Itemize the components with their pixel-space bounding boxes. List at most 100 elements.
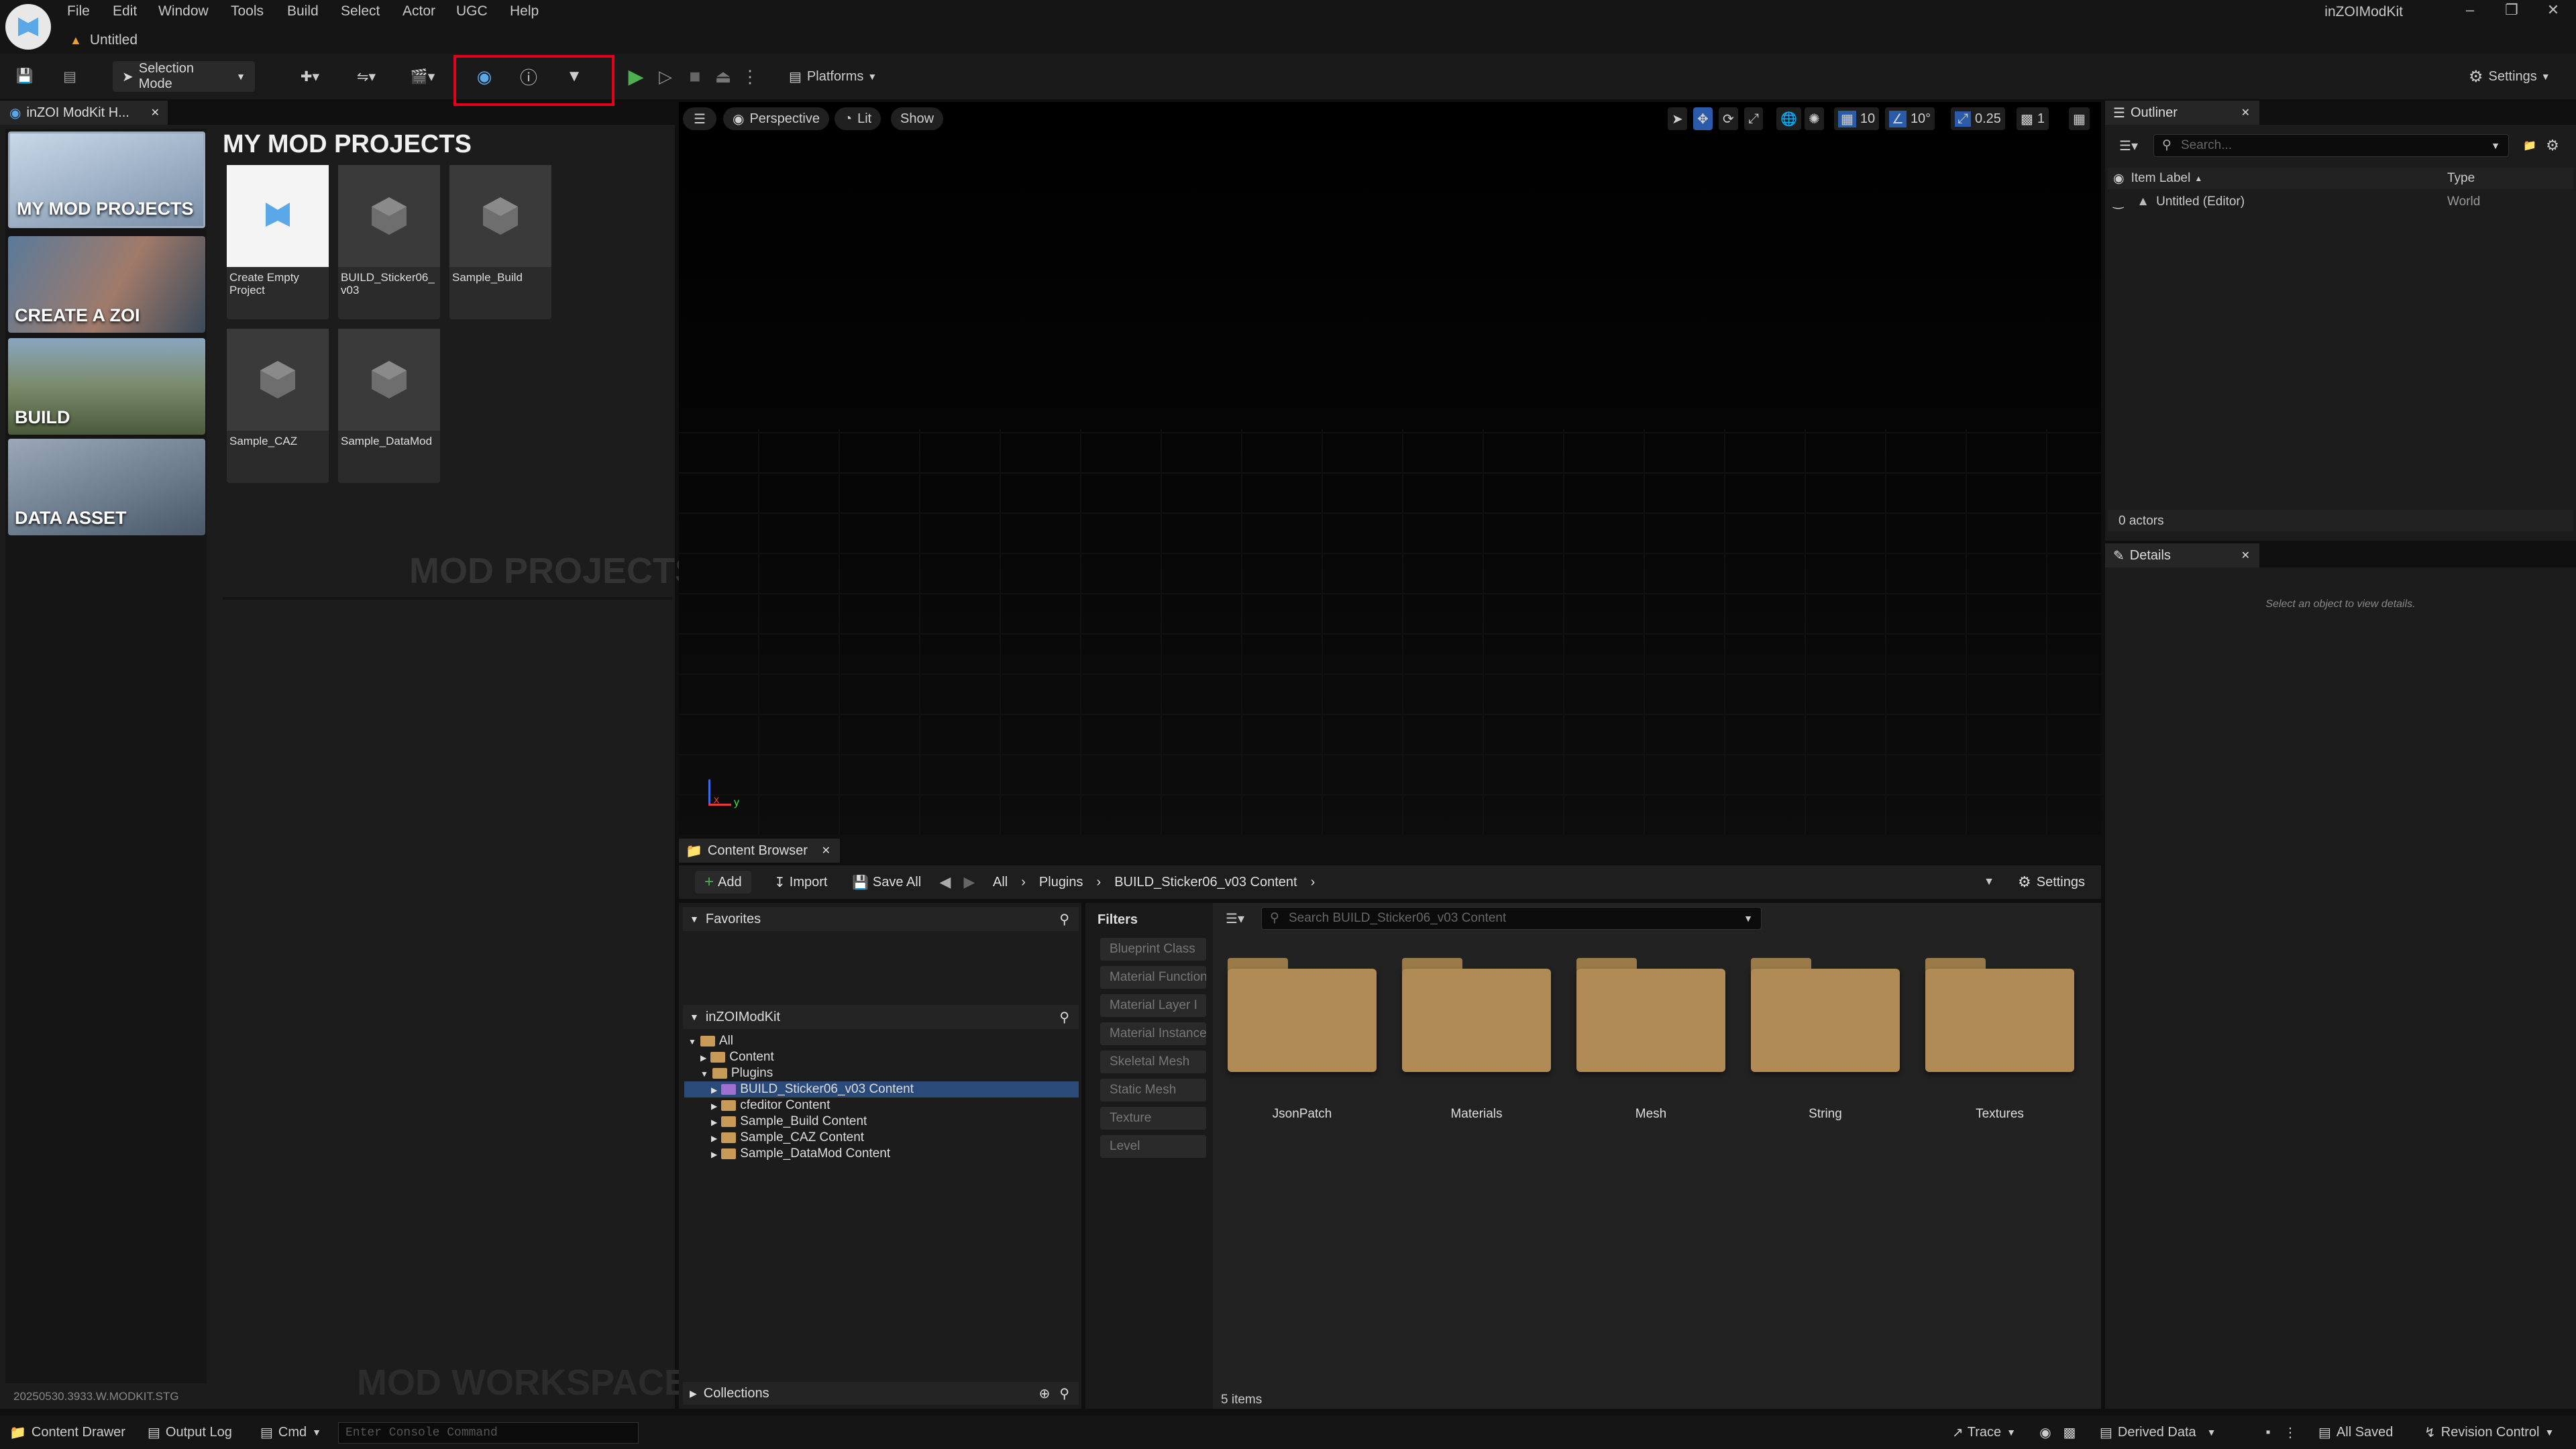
filter-material-function[interactable]: Material Function	[1100, 966, 1206, 989]
menu-window[interactable]: Window	[158, 0, 209, 23]
angle-snap-button[interactable]: ∠ 10°	[1885, 107, 1935, 130]
close-window-icon[interactable]: ✕	[2533, 1, 2573, 21]
viewport-menu-icon[interactable]: ☰	[683, 107, 716, 130]
menu-edit[interactable]: Edit	[113, 0, 137, 23]
menu-help[interactable]: Help	[510, 0, 539, 23]
folder-textures[interactable]	[1925, 958, 2074, 1072]
content-browser-tab[interactable]: 📁 Content Browser ✕	[679, 839, 840, 863]
category-create-a-zoi[interactable]: CREATE A ZOI	[8, 236, 205, 333]
inzoi-logo-icon[interactable]	[5, 4, 51, 50]
menu-tools[interactable]: Tools	[231, 0, 264, 23]
surface-snap-icon[interactable]: ✺	[1805, 107, 1824, 130]
add-folder-icon[interactable]: 📁	[2520, 136, 2540, 156]
menu-file[interactable]: File	[67, 0, 90, 23]
project-tile-sample-datamod[interactable]: Sample_DataMod	[338, 329, 440, 483]
outliner-row-world[interactable]: ‿ ▲ Untitled (Editor) World	[2108, 192, 2573, 212]
add-actor-icon[interactable]: ✚▾	[290, 62, 330, 91]
filter-texture[interactable]: Texture	[1100, 1107, 1206, 1130]
output-log-button[interactable]: ▤ Output Log	[148, 1415, 232, 1449]
modkit-home-tab[interactable]: ◉ inZOI ModKit H... ✕	[0, 101, 168, 125]
tree-item-sample-caz[interactable]: ▶ Sample_CAZ Content	[711, 1130, 864, 1146]
breadcrumb-plugins[interactable]: Plugins	[1039, 875, 1083, 890]
close-tab-icon[interactable]: ✕	[822, 844, 830, 857]
play-icon[interactable]: ▶	[624, 62, 648, 91]
tree-item-content[interactable]: ▶ Content	[700, 1049, 774, 1065]
back-icon[interactable]: ◀	[935, 872, 955, 892]
scale-snap-button[interactable]: ⤢ 0.25	[1951, 107, 2005, 130]
save-icon[interactable]: 💾	[15, 62, 35, 91]
save-all-button[interactable]: 💾 Save All	[852, 871, 921, 894]
more-options-icon[interactable]: ⋮	[738, 62, 762, 91]
close-tab-icon[interactable]: ✕	[2241, 549, 2250, 562]
minimize-icon[interactable]: –	[2450, 1, 2490, 21]
forward-icon[interactable]: ▶	[959, 872, 979, 892]
select-tool-icon[interactable]: ➤	[1668, 107, 1687, 130]
blueprint-icon[interactable]: ⇋▾	[346, 62, 386, 91]
eye-icon[interactable]: ‿	[2113, 195, 2123, 210]
rotate-tool-icon[interactable]: ⟳	[1719, 107, 1738, 130]
category-data-asset[interactable]: DATA ASSET	[8, 439, 205, 535]
menu-select[interactable]: Select	[341, 0, 380, 23]
filter-material-instance[interactable]: Material Instance	[1100, 1022, 1206, 1045]
project-tile-sample-caz[interactable]: Sample_CAZ	[227, 329, 329, 483]
project-tile-sample-build[interactable]: Sample_Build	[449, 165, 551, 319]
tree-item-sample-build[interactable]: ▶ Sample_Build Content	[711, 1114, 867, 1130]
document-tab[interactable]: ▲ Untitled	[70, 27, 138, 54]
collections-header[interactable]: ▶ Collections ⊕ ⚲	[683, 1382, 1079, 1405]
filter-blueprint-class[interactable]: Blueprint Class	[1100, 938, 1206, 961]
signal-icon[interactable]: ▪	[2258, 1415, 2278, 1449]
asset-search-input[interactable]: ⚲ Search BUILD_Sticker06_v03 Content ▼	[1261, 907, 1762, 930]
menu-ugc[interactable]: UGC	[456, 0, 488, 23]
all-saved-button[interactable]: ▤ All Saved	[2318, 1415, 2393, 1449]
search-icon[interactable]: ⚲	[1059, 1385, 1069, 1402]
filter-static-mesh[interactable]: Static Mesh	[1100, 1079, 1206, 1102]
menu-actor[interactable]: Actor	[402, 0, 435, 23]
add-collection-icon[interactable]: ⊕	[1039, 1385, 1051, 1402]
tree-item-plugins[interactable]: ▼ Plugins	[700, 1065, 773, 1081]
perspective-button[interactable]: ◉ Perspective	[723, 107, 829, 130]
restore-icon[interactable]: ❐	[2491, 1, 2532, 21]
show-button[interactable]: Show	[891, 107, 944, 130]
project-tile-build-sticker[interactable]: BUILD_Sticker06_v03	[338, 165, 440, 319]
cmd-button[interactable]: ▤ Cmd ▼	[260, 1415, 321, 1449]
close-tab-icon[interactable]: ✕	[2241, 106, 2250, 119]
step-icon[interactable]: ▷	[653, 62, 678, 91]
stop-icon[interactable]: ■	[683, 62, 707, 91]
history-dropdown-icon[interactable]: ▼	[1979, 872, 1999, 892]
tree-item-all[interactable]: ▼ All	[688, 1033, 733, 1049]
browse-icon[interactable]: ▤	[58, 62, 82, 91]
eject-icon[interactable]: ⏏	[711, 62, 735, 91]
outliner-col-type[interactable]: Type	[2447, 171, 2475, 186]
record-icon[interactable]: ◉	[2035, 1415, 2055, 1449]
folder-jsonpatch[interactable]	[1228, 958, 1377, 1072]
filter-material-layer[interactable]: Material Layer I	[1100, 994, 1206, 1017]
outliner-tab[interactable]: ☰ Outliner ✕	[2105, 101, 2259, 125]
tree-item-sample-datamod[interactable]: ▶ Sample_DataMod Content	[711, 1146, 890, 1162]
add-button[interactable]: + Add	[695, 871, 751, 894]
breadcrumb-all[interactable]: All	[993, 875, 1008, 890]
content-drawer-button[interactable]: 📁 Content Drawer	[9, 1415, 125, 1449]
filter-dropdown-icon[interactable]: ☰▾	[2112, 134, 2145, 157]
filter-level[interactable]: Level	[1100, 1135, 1206, 1158]
move-tool-icon[interactable]: ✥	[1693, 107, 1713, 130]
more-options-icon[interactable]: ⋮	[2284, 1415, 2297, 1449]
grid-snap-button[interactable]: ▦ 10	[1834, 107, 1880, 130]
screenshot-icon[interactable]: ▩	[2059, 1415, 2080, 1449]
search-icon[interactable]: ⚲	[1059, 1009, 1069, 1026]
breadcrumb-current[interactable]: BUILD_Sticker06_v03 Content	[1114, 875, 1297, 890]
filter-skeletal-mesh[interactable]: Skeletal Mesh	[1100, 1051, 1206, 1073]
search-icon[interactable]: ⚲	[1059, 911, 1069, 928]
import-button[interactable]: ↧ Import	[774, 871, 827, 894]
tree-item-cfeditor[interactable]: ▶ cfeditor Content	[711, 1097, 830, 1114]
tree-item-build-sticker[interactable]: ▶ BUILD_Sticker06_v03 Content	[684, 1081, 1079, 1097]
help-icon[interactable]: ⓘ	[515, 62, 542, 91]
inzoi-globe-icon[interactable]: ◉	[472, 62, 496, 91]
category-build[interactable]: BUILD	[8, 338, 205, 435]
camera-speed-button[interactable]: ▩ 1	[2017, 107, 2049, 130]
lit-button[interactable]: ◔ Lit	[835, 107, 881, 130]
gear-icon[interactable]: ⚙	[2542, 136, 2563, 156]
cb-settings-button[interactable]: ⚙ Settings	[2018, 871, 2085, 894]
project-tile-create-empty[interactable]: Create Empty Project	[227, 165, 329, 319]
details-tab[interactable]: ✎ Details ✕	[2105, 543, 2259, 568]
folder-materials[interactable]	[1402, 958, 1551, 1072]
